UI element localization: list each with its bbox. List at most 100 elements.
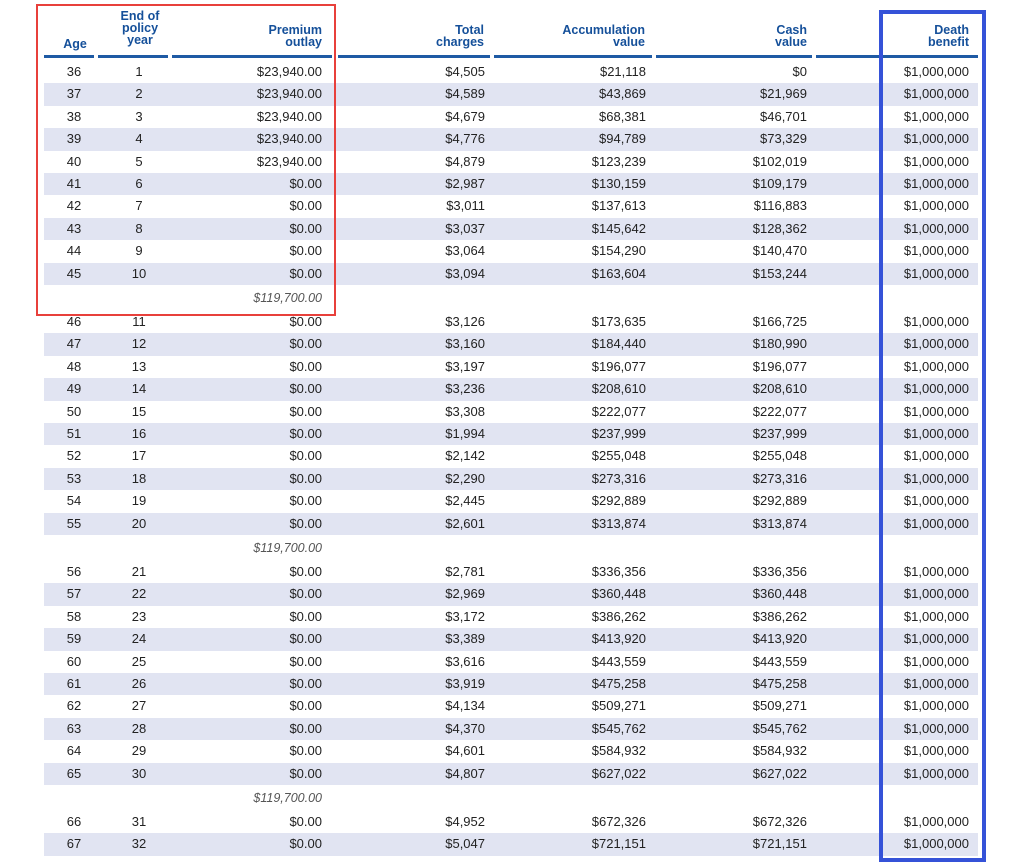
cell-death-benefit: $1,000,000 <box>903 836 969 852</box>
cell-cash-value: $102,019 <box>752 153 807 169</box>
table-row: 42 7 $0.00 $3,011 $137,613 $116,883 $1,000,000 <box>44 195 978 217</box>
cell-cash-value: $584,932 <box>752 743 807 759</box>
cell-total-charges: $3,094 <box>445 265 485 281</box>
cell-death-benefit: $1,000,000 <box>903 470 969 486</box>
cell-age: 51 <box>66 426 82 441</box>
table-row: 36 1 $23,940.00 $4,505 $21,118 $0 $1,000,000 <box>44 61 978 83</box>
cell-policy-year: 30 <box>131 765 147 781</box>
header-accumulation-value: Accumulation value <box>525 24 645 49</box>
cell-accumulation-value: $336,356 <box>591 564 646 579</box>
cell-policy-year: 14 <box>131 381 147 397</box>
cell-death-benefit: $1,000,000 <box>903 381 969 397</box>
cell-accumulation-value: $196,077 <box>591 358 646 374</box>
cell-age: 60 <box>66 653 82 669</box>
cell-age: 67 <box>66 836 82 852</box>
cell-premium-outlay: $0.00 <box>289 220 322 236</box>
table-row: 49 14 $0.00 $3,236 $208,610 $208,610 $1,000,00… <box>44 378 978 401</box>
cell-total-charges: $4,879 <box>445 153 485 169</box>
table-row: 64 29 $0.00 $4,601 $584,932 $584,932 $1,000,00… <box>44 740 978 762</box>
cell-death-benefit: $1,000,000 <box>903 358 969 374</box>
cell-death-benefit: $1,000,000 <box>903 314 969 329</box>
cell-age: 47 <box>66 336 82 352</box>
cell-death-benefit: $1,000,000 <box>903 336 969 352</box>
cell-premium-outlay: $0.00 <box>289 426 322 441</box>
cell-total-charges: $3,037 <box>445 220 485 236</box>
header-line: value <box>613 35 645 49</box>
cell-accumulation-value: $292,889 <box>591 493 646 509</box>
cell-policy-year: 6 <box>135 176 143 191</box>
header-rule <box>172 55 332 58</box>
header-rule <box>98 55 168 58</box>
cell-policy-year: 26 <box>131 676 147 691</box>
cell-total-charges: $4,370 <box>445 720 485 736</box>
cell-premium-outlay: $0.00 <box>289 314 322 329</box>
cell-death-benefit: $1,000,000 <box>903 564 969 579</box>
cell-premium-outlay: $0.00 <box>289 564 322 579</box>
cell-cash-value: $413,920 <box>752 631 807 647</box>
cell-premium-outlay: $0.00 <box>289 814 322 829</box>
header-death-benefit: Death benefit <box>869 24 969 49</box>
cell-total-charges: $2,969 <box>445 586 485 602</box>
header-line: outlay <box>285 35 322 49</box>
cell-premium-outlay: $0.00 <box>289 448 322 464</box>
cell-age: 52 <box>66 448 82 464</box>
table-row: 63 28 $0.00 $4,370 $545,762 $545,762 $1,000,00… <box>44 717 978 741</box>
premium-subtotal: $119,700.00 <box>253 791 322 805</box>
header-rule <box>338 55 490 58</box>
cell-policy-year: 1 <box>135 64 143 79</box>
illustration-table: Age End of policy year Premium outlay To… <box>0 0 1024 866</box>
cell-age: 46 <box>66 314 82 329</box>
header-line: year <box>127 33 153 47</box>
cell-cash-value: $109,179 <box>752 176 807 191</box>
cell-age: 53 <box>66 470 82 486</box>
cell-total-charges: $4,134 <box>445 698 485 714</box>
cell-age: 41 <box>66 176 82 191</box>
cell-total-charges: $3,011 <box>446 198 485 214</box>
cell-death-benefit: $1,000,000 <box>903 608 969 624</box>
cell-age: 42 <box>66 198 82 214</box>
cell-total-charges: $3,197 <box>445 358 485 374</box>
cell-age: 54 <box>66 493 82 509</box>
cell-policy-year: 7 <box>135 198 143 214</box>
cell-policy-year: 8 <box>135 220 143 236</box>
cell-cash-value: $313,874 <box>752 515 807 531</box>
cell-policy-year: 32 <box>131 836 147 852</box>
cell-cash-value: $116,883 <box>753 198 807 214</box>
cell-cash-value: $128,362 <box>752 220 807 236</box>
cell-cash-value: $509,271 <box>752 698 807 714</box>
cell-cash-value: $46,701 <box>760 108 807 124</box>
table-row: 41 6 $0.00 $2,987 $130,159 $109,179 $1,000,000 <box>44 173 978 196</box>
cell-total-charges: $2,445 <box>445 493 485 509</box>
cell-age: 66 <box>66 814 82 829</box>
cell-death-benefit: $1,000,000 <box>903 631 969 647</box>
table-row: 38 3 $23,940.00 $4,679 $68,381 $46,701 $1,000,… <box>44 106 978 128</box>
cell-premium-outlay: $0.00 <box>289 470 322 486</box>
cell-death-benefit: $1,000,000 <box>903 403 969 419</box>
table-row: 54 19 $0.00 $2,445 $292,889 $292,889 $1,000,00… <box>44 490 978 512</box>
cell-age: 48 <box>66 358 82 374</box>
header-cash-value: Cash value <box>707 24 807 49</box>
cell-accumulation-value: $154,290 <box>591 243 646 259</box>
cell-cash-value: $140,470 <box>752 243 807 259</box>
cell-age: 64 <box>66 743 82 759</box>
table-row: 65 30 $0.00 $4,807 $627,022 $627,022 $1,000,00… <box>44 762 978 785</box>
cell-accumulation-value: $273,316 <box>591 470 646 486</box>
cell-death-benefit: $1,000,000 <box>903 220 969 236</box>
cell-premium-outlay: $23,940.00 <box>256 64 322 79</box>
cell-premium-outlay: $23,940.00 <box>256 131 322 147</box>
cell-premium-outlay: $0.00 <box>289 631 322 647</box>
cell-premium-outlay: $0.00 <box>289 358 322 374</box>
cell-death-benefit: $1,000,000 <box>903 743 969 759</box>
cell-premium-outlay: $0.00 <box>289 765 322 781</box>
cell-age: 58 <box>66 608 82 624</box>
cell-cash-value: $672,326 <box>752 814 807 829</box>
cell-total-charges: $3,064 <box>445 243 485 259</box>
cell-policy-year: 21 <box>131 564 147 579</box>
cell-age: 38 <box>66 108 82 124</box>
header-line: charges <box>436 35 484 49</box>
cell-policy-year: 17 <box>131 448 147 464</box>
cell-total-charges: $2,987 <box>445 176 485 191</box>
cell-accumulation-value: $68,381 <box>599 108 646 124</box>
table-row: 46 11 $0.00 $3,126 $173,635 $166,725 $1,000,00… <box>44 311 978 333</box>
cell-death-benefit: $1,000,000 <box>903 426 969 441</box>
